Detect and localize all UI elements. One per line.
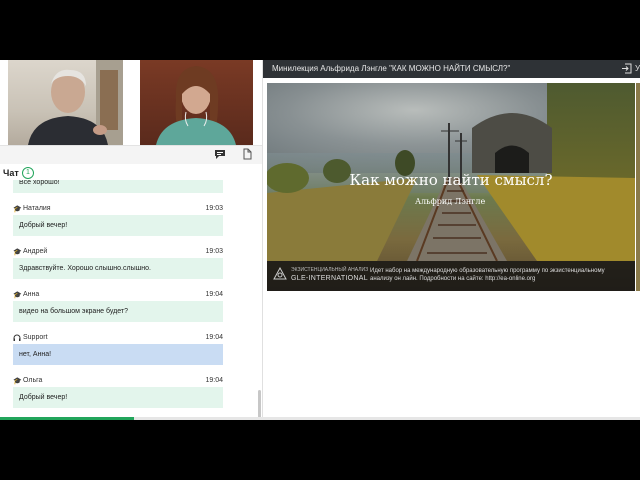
lecturer-figure bbox=[28, 60, 123, 145]
chat-message: 🎓 Анна 19:04 видео на большом экране буд… bbox=[13, 290, 223, 322]
file-icon[interactable] bbox=[240, 148, 254, 162]
webcam-video-interpreter[interactable] bbox=[140, 60, 253, 145]
graduation-cap-icon: 🎓 bbox=[13, 292, 22, 299]
exit-icon[interactable] bbox=[621, 63, 632, 77]
message-time: 19:04 bbox=[205, 291, 223, 298]
message-author: Наталия bbox=[23, 205, 51, 212]
unread-badge: 1 bbox=[22, 167, 34, 179]
graduation-cap-icon: 🎓 bbox=[13, 206, 22, 213]
sidebar: Чат 1 Все хорошо! 🎓 Наталия 19:03 Добрый… bbox=[0, 60, 262, 420]
gle-logo-icon bbox=[273, 267, 287, 280]
chat-message: 🎓 Ольга 19:04 Добрый вечер! bbox=[13, 376, 223, 408]
presentation-slide: Как можно найти смысл? Альфрид Лэнгле ЭК… bbox=[267, 83, 635, 291]
message-author: Support bbox=[23, 334, 48, 341]
message-bubble: Здравствуйте. Хорошо слышно.слышно. bbox=[13, 258, 223, 279]
message-time: 19:04 bbox=[205, 377, 223, 384]
chat-header: Чат 1 bbox=[0, 165, 262, 181]
message-bubble: видео на большом экране будет? bbox=[13, 301, 223, 322]
message-bubble: Добрый вечер! bbox=[13, 387, 223, 408]
webcam-video-lecturer[interactable] bbox=[8, 60, 123, 145]
slide-footer: ЭКЗИСТЕНЦИАЛЬНЫЙ АНАЛИЗ GLE-INTERNATIONA… bbox=[267, 261, 635, 291]
chat-message: 🎓 Андрей 19:03 Здравствуйте. Хорошо слыш… bbox=[13, 247, 223, 279]
message-time: 19:03 bbox=[205, 205, 223, 212]
next-slide-edge bbox=[636, 83, 640, 291]
logo-tagline: ЭКЗИСТЕНЦИАЛЬНЫЙ АНАЛИЗ bbox=[291, 267, 369, 273]
chat-message-partial: Все хорошо! bbox=[13, 180, 223, 193]
chat-title: Чат bbox=[3, 168, 19, 178]
headset-icon bbox=[13, 334, 21, 344]
playback-progress-fill bbox=[0, 417, 135, 420]
exit-button-label[interactable]: У bbox=[635, 64, 640, 73]
playback-progress-bar[interactable] bbox=[0, 417, 640, 420]
message-time: 19:03 bbox=[205, 248, 223, 255]
message-author: Анна bbox=[23, 291, 40, 298]
footer-announcement: Идет набор на международную образователь… bbox=[370, 268, 605, 282]
column-divider bbox=[262, 60, 263, 420]
graduation-cap-icon: 🎓 bbox=[13, 378, 22, 385]
app-window: Чат 1 Все хорошо! 🎓 Наталия 19:03 Добрый… bbox=[0, 60, 640, 420]
interpreter-figure bbox=[156, 66, 236, 145]
message-bubble-support: нет, Анна! bbox=[13, 344, 223, 365]
graduation-cap-icon: 🎓 bbox=[13, 249, 22, 256]
presentation-title: Минилекция Альфрида Лэнгле "КАК МОЖНО НА… bbox=[272, 64, 511, 73]
chat-messages[interactable]: Все хорошо! 🎓 Наталия 19:03 Добрый вечер… bbox=[0, 180, 262, 420]
message-time: 19:04 bbox=[205, 334, 223, 341]
chat-scrollbar[interactable] bbox=[258, 390, 261, 418]
logo-name: GLE-INTERNATIONAL bbox=[291, 275, 368, 282]
chat-message: 🎓 Наталия 19:03 Добрый вечер! bbox=[13, 204, 223, 236]
chat-icon[interactable] bbox=[213, 148, 227, 162]
slide-author: Альфрид Лэнгле bbox=[415, 197, 486, 206]
chat-message: Support 19:04 нет, Анна! bbox=[13, 333, 223, 365]
message-author: Андрей bbox=[23, 248, 48, 255]
message-author: Ольга bbox=[23, 377, 43, 384]
slide-heading: Как можно найти смысл? bbox=[349, 171, 553, 189]
message-bubble: Добрый вечер! bbox=[13, 215, 223, 236]
presentation-title-bar: Минилекция Альфрида Лэнгле "КАК МОЖНО НА… bbox=[263, 60, 640, 78]
sidebar-tabs bbox=[0, 146, 262, 164]
message-bubble: Все хорошо! bbox=[13, 180, 223, 193]
